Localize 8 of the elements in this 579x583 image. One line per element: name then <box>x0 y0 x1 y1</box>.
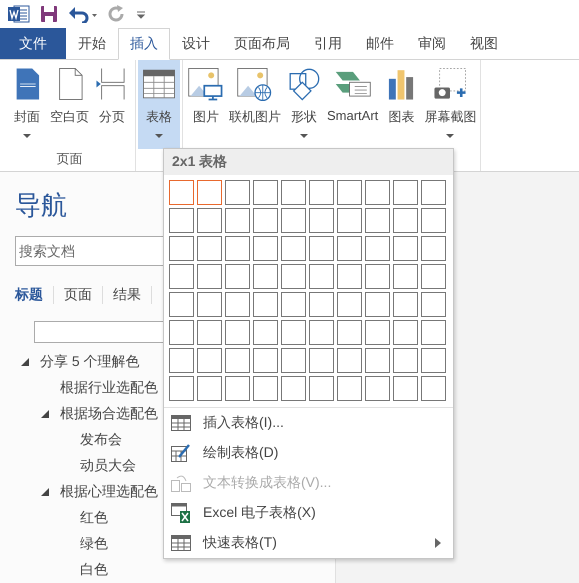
heading-label: 白色 <box>80 561 108 579</box>
menu-title: 2x1 表格 <box>164 149 453 175</box>
heading-label: 根据行业选配色 <box>60 379 158 397</box>
heading-label: 根据场合选配色 <box>60 405 158 423</box>
group-label: 页面 <box>56 150 84 168</box>
pane-title: 导航 <box>15 189 67 222</box>
heading-label: 根据心理选配色 <box>60 483 158 501</box>
heading-label: 分享 5 个理解色 <box>40 353 140 371</box>
